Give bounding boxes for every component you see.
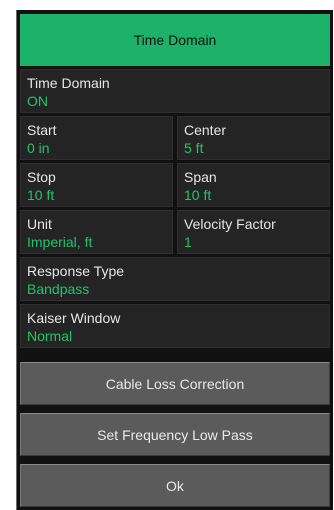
time-domain-value: ON	[27, 93, 48, 109]
unit-value: Imperial, ft	[27, 234, 93, 250]
center-label: Center	[184, 122, 227, 138]
time-domain-panel: Time Domain Time Domain ON Start 0 in Ce…	[16, 10, 333, 510]
response-type-value: Bandpass	[27, 281, 90, 297]
start-field[interactable]: Start 0 in	[20, 116, 173, 160]
start-label: Start	[27, 122, 57, 138]
cable-loss-correction-button[interactable]: Cable Loss Correction	[20, 362, 330, 405]
ok-label: Ok	[166, 477, 184, 494]
kaiser-window-field[interactable]: Kaiser Window Normal	[20, 304, 330, 348]
velocity-factor-label: Velocity Factor	[184, 216, 276, 232]
span-label: Span	[184, 169, 217, 185]
kaiser-window-label: Kaiser Window	[27, 310, 121, 326]
time-domain-toggle[interactable]: Time Domain ON	[20, 69, 330, 113]
start-value: 0 in	[27, 140, 50, 156]
stop-label: Stop	[27, 169, 56, 185]
ok-button[interactable]: Ok	[20, 464, 330, 507]
center-field[interactable]: Center 5 ft	[177, 116, 330, 160]
span-field[interactable]: Span 10 ft	[177, 163, 330, 207]
center-value: 5 ft	[184, 140, 204, 156]
set-frequency-low-pass-label: Set Frequency Low Pass	[97, 426, 253, 443]
response-type-label: Response Type	[27, 263, 125, 279]
kaiser-window-value: Normal	[27, 328, 73, 344]
response-type-field[interactable]: Response Type Bandpass	[20, 257, 330, 301]
stop-field[interactable]: Stop 10 ft	[20, 163, 173, 207]
title-label: Time Domain	[133, 32, 217, 48]
time-domain-title-button[interactable]: Time Domain	[20, 14, 330, 66]
set-frequency-low-pass-button[interactable]: Set Frequency Low Pass	[20, 413, 330, 456]
cable-loss-correction-label: Cable Loss Correction	[105, 375, 245, 392]
stop-value: 10 ft	[27, 187, 55, 203]
velocity-factor-value: 1	[184, 234, 192, 250]
time-domain-label: Time Domain	[27, 75, 110, 91]
unit-label: Unit	[27, 216, 52, 232]
unit-field[interactable]: Unit Imperial, ft	[20, 210, 173, 254]
velocity-factor-field[interactable]: Velocity Factor 1	[177, 210, 330, 254]
span-value: 10 ft	[184, 187, 212, 203]
